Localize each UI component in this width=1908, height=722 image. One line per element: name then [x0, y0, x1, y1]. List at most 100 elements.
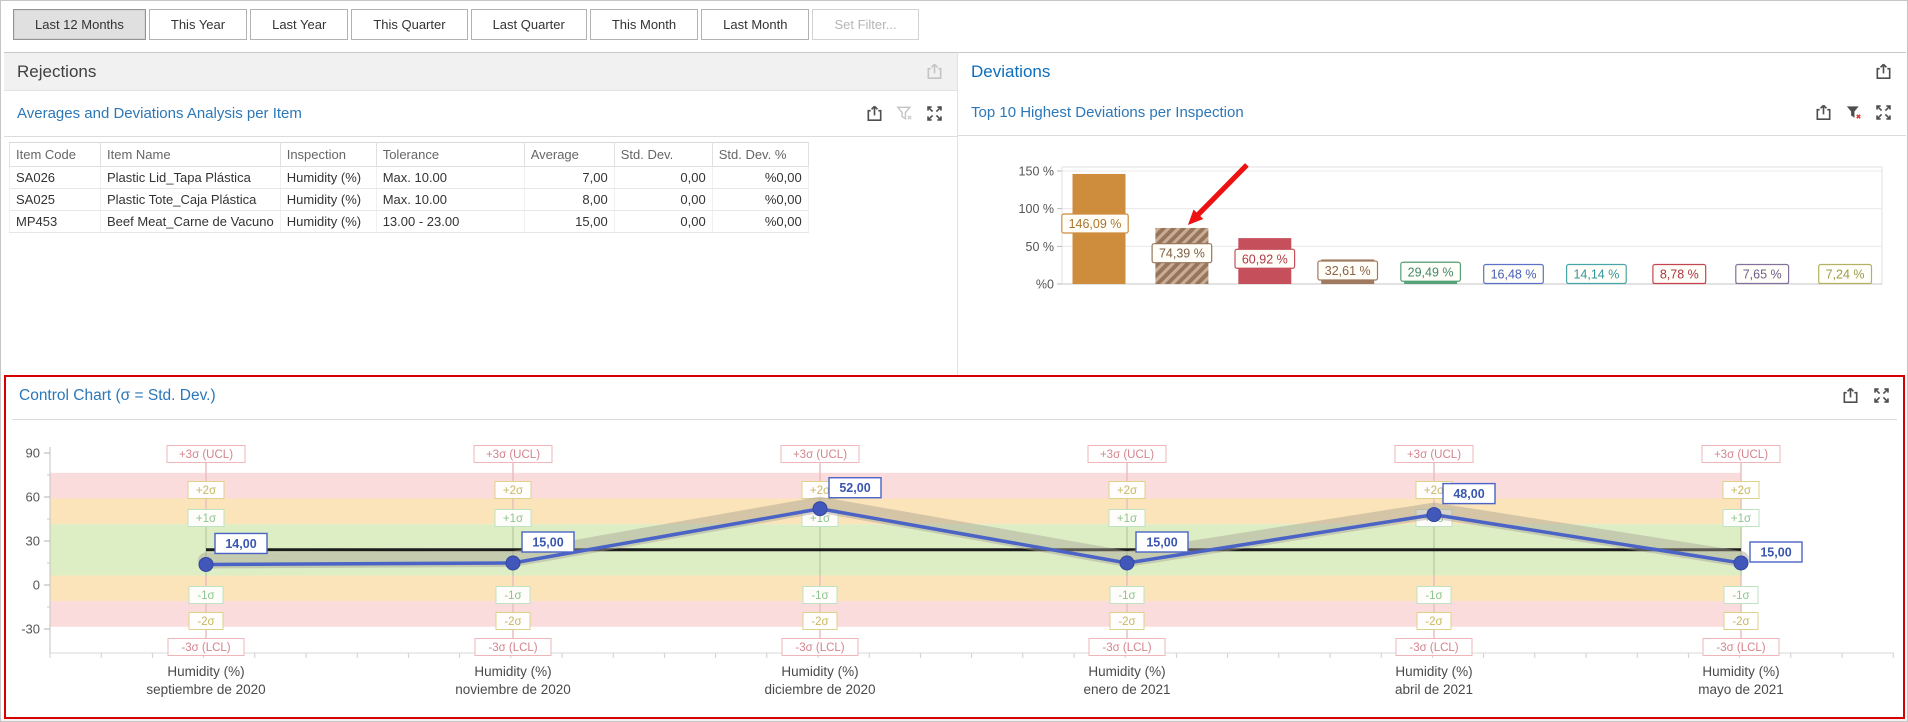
table-row[interactable]: SA025Plastic Tote_Caja PlásticaHumidity …	[10, 189, 809, 211]
data-point[interactable]	[1120, 556, 1134, 570]
table-cell: 7,00	[524, 167, 614, 189]
sigma-label: -3σ (LCL)	[1102, 642, 1151, 654]
y-tick-label: 100 %	[1019, 202, 1054, 216]
control-chart-title: Control Chart (σ = Std. Dev.)	[19, 387, 216, 405]
table-cell: %0,00	[712, 167, 808, 189]
y-tick-label: 60	[26, 489, 40, 504]
filter-button-this-year[interactable]: This Year	[149, 9, 247, 40]
data-point[interactable]	[1734, 556, 1748, 570]
filter-button-set-filter[interactable]: Set Filter...	[812, 9, 918, 40]
sigma-label: -2σ	[197, 616, 214, 628]
category-label-line1: Humidity (%)	[1088, 664, 1165, 679]
category-label-line1: Humidity (%)	[781, 664, 858, 679]
bar-value-label: 16,48 %	[1491, 268, 1537, 282]
bar-value-label: 29,49 %	[1408, 265, 1454, 279]
sigma-label: +3σ (UCL)	[1100, 449, 1154, 461]
y-tick-label: 50 %	[1026, 240, 1055, 254]
export-icon[interactable]	[925, 62, 944, 81]
time-filter-toolbar: Last 12 MonthsThis YearLast YearThis Qua…	[13, 9, 919, 40]
table-row[interactable]: SA026Plastic Lid_Tapa PlásticaHumidity (…	[10, 167, 809, 189]
column-header-std-dev[interactable]: Std. Dev. %	[712, 143, 808, 167]
export-icon[interactable]	[865, 104, 884, 123]
sigma-label: +1σ	[503, 513, 523, 525]
category-label-line2: septiembre de 2020	[146, 682, 265, 697]
export-icon[interactable]	[1874, 62, 1893, 81]
sigma-label: -1σ	[1118, 590, 1135, 602]
rejections-widget-header: Averages and Deviations Analysis per Ite…	[4, 91, 957, 137]
table-cell: 0,00	[614, 211, 712, 233]
y-tick-label: 150 %	[1019, 165, 1054, 179]
column-header-item-name[interactable]: Item Name	[101, 143, 281, 167]
sigma-label: -3σ (LCL)	[1409, 642, 1458, 654]
category-label-line2: enero de 2021	[1083, 682, 1170, 697]
data-point[interactable]	[506, 556, 520, 570]
table-cell: SA025	[10, 189, 101, 211]
sigma-label: +1σ	[1731, 513, 1751, 525]
column-header-inspection[interactable]: Inspection	[280, 143, 376, 167]
sigma-label: +1σ	[196, 513, 216, 525]
table-cell: Humidity (%)	[280, 189, 376, 211]
bar-value-label: 74,39 %	[1159, 247, 1205, 261]
table-cell: 0,00	[614, 189, 712, 211]
clear-filter-icon[interactable]	[895, 104, 914, 123]
table-cell: 0,00	[614, 167, 712, 189]
bar-value-label: 8,78 %	[1660, 268, 1699, 282]
deviations-widget-title: Top 10 Highest Deviations per Inspection	[971, 104, 1244, 121]
export-icon[interactable]	[1841, 386, 1860, 405]
filter-button-last-year[interactable]: Last Year	[250, 9, 348, 40]
sigma-label: -1σ	[197, 590, 214, 602]
table-cell: 13.00 - 23.00	[376, 211, 524, 233]
sigma-label: +2σ	[1731, 485, 1751, 497]
table-cell: %0,00	[712, 189, 808, 211]
filter-button-last-quarter[interactable]: Last Quarter	[471, 9, 587, 40]
sigma-label: -2σ	[1732, 616, 1749, 628]
sigma-label: +2σ	[196, 485, 216, 497]
filter-button-last-month[interactable]: Last Month	[701, 9, 809, 40]
column-header-std-dev[interactable]: Std. Dev.	[614, 143, 712, 167]
sigma-label: -2σ	[504, 616, 521, 628]
bar-value-label: 32,61 %	[1325, 264, 1371, 278]
sigma-label: +1σ	[1117, 513, 1137, 525]
data-point[interactable]	[1427, 508, 1441, 522]
data-point[interactable]	[199, 557, 213, 571]
filter-button-this-quarter[interactable]: This Quarter	[351, 9, 467, 40]
sigma-label: -1σ	[504, 590, 521, 602]
table-row[interactable]: MP453Beef Meat_Carne de VacunoHumidity (…	[10, 211, 809, 233]
bar-value-label: 14,14 %	[1573, 268, 1619, 282]
y-tick-label: 90	[26, 445, 40, 460]
dashboard: Last 12 MonthsThis YearLast YearThis Qua…	[0, 0, 1908, 722]
maximize-icon[interactable]	[925, 104, 944, 123]
table-cell: Beef Meat_Carne de Vacuno	[101, 211, 281, 233]
data-point[interactable]	[813, 502, 827, 516]
bar-value-label: 7,24 %	[1826, 268, 1865, 282]
table-cell: MP453	[10, 211, 101, 233]
maximize-icon[interactable]	[1872, 386, 1891, 405]
control-chart-plot[interactable]: 9060300-30+3σ (UCL)+2σ+1σ-1σ-2σ-3σ (LCL)…	[8, 423, 1900, 717]
column-header-average[interactable]: Average	[524, 143, 614, 167]
export-icon[interactable]	[1814, 103, 1833, 122]
table-cell: %0,00	[712, 211, 808, 233]
sigma-label: +3σ (UCL)	[486, 449, 540, 461]
rejections-widget-title: Averages and Deviations Analysis per Ite…	[17, 105, 302, 122]
sigma-band	[50, 601, 1741, 627]
category-label-line1: Humidity (%)	[1395, 664, 1472, 679]
table-cell: Plastic Tote_Caja Plástica	[101, 189, 281, 211]
filter-button-last-12-months[interactable]: Last 12 Months	[13, 9, 146, 40]
table-cell: 8,00	[524, 189, 614, 211]
averages-deviations-table: Item CodeItem NameInspectionToleranceAve…	[9, 142, 809, 233]
deviations-panel: Deviations Top 10 Highest Deviations per…	[957, 52, 1906, 375]
column-header-tolerance[interactable]: Tolerance	[376, 143, 524, 167]
sigma-label: +2σ	[503, 485, 523, 497]
category-label-line1: Humidity (%)	[474, 664, 551, 679]
column-header-item-code[interactable]: Item Code	[10, 143, 101, 167]
rejections-panel-header: Rejections	[4, 53, 957, 91]
maximize-icon[interactable]	[1874, 103, 1893, 122]
sigma-band	[50, 575, 1741, 601]
clear-filter-icon[interactable]	[1844, 103, 1863, 122]
top10-deviations-bar-chart[interactable]: 150 %100 %50 %%0146,09 %74,39 %60,92 %32…	[1014, 153, 1894, 305]
category-label-line2: diciembre de 2020	[764, 682, 875, 697]
sigma-label: +3σ (UCL)	[1714, 449, 1768, 461]
sigma-label: +3σ (UCL)	[793, 449, 847, 461]
point-label: 52,00	[839, 481, 870, 495]
filter-button-this-month[interactable]: This Month	[590, 9, 698, 40]
